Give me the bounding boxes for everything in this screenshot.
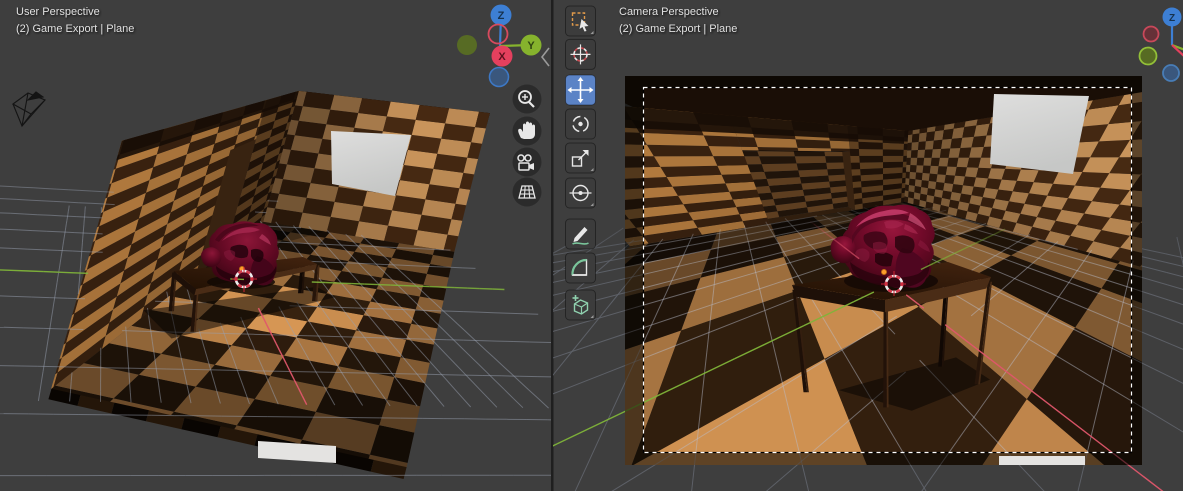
svg-text:X: X [498, 51, 506, 63]
svg-text:Z: Z [1169, 13, 1175, 24]
svg-text:Y: Y [527, 40, 535, 52]
svg-text:Z: Z [498, 10, 505, 22]
